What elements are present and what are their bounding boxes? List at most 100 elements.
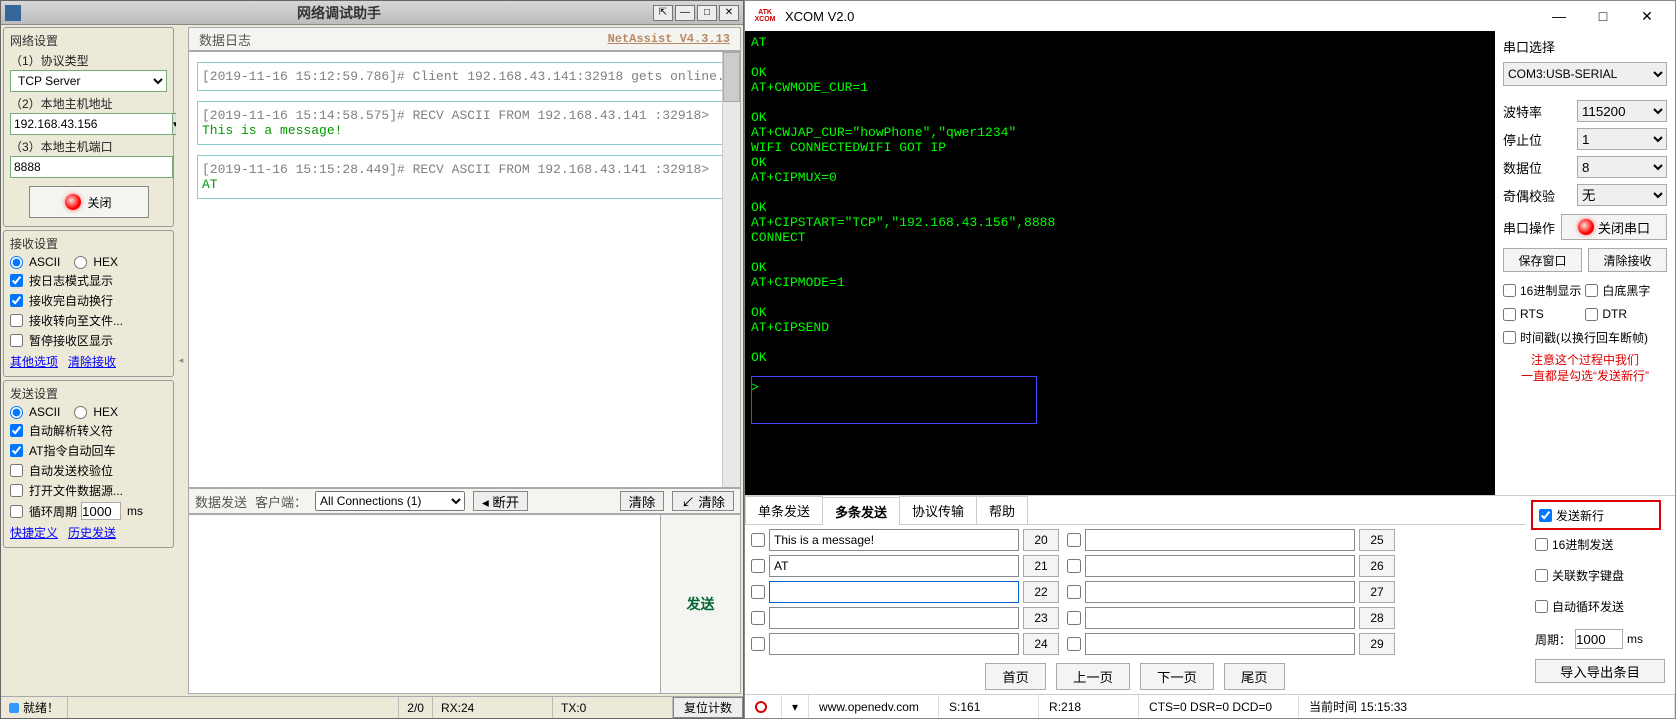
row-check[interactable]: [1067, 533, 1081, 547]
prev-page-button[interactable]: 上一页: [1056, 663, 1130, 690]
row-check[interactable]: [1067, 611, 1081, 625]
send-slot-button[interactable]: 23: [1023, 607, 1059, 629]
row-text[interactable]: [1085, 555, 1355, 577]
row-check[interactable]: [751, 533, 765, 547]
cycle-check[interactable]: [10, 505, 23, 518]
host-input[interactable]: [10, 113, 173, 135]
escape-check[interactable]: [10, 424, 23, 437]
hex-display-check[interactable]: [1503, 284, 1516, 297]
newline-check[interactable]: [1539, 509, 1552, 522]
dtr-check[interactable]: [1585, 308, 1598, 321]
scrollbar[interactable]: [722, 52, 740, 487]
last-page-button[interactable]: 尾页: [1224, 663, 1285, 690]
send-slot-button[interactable]: 26: [1359, 555, 1395, 577]
row-check[interactable]: [751, 559, 765, 573]
stopbit-select[interactable]: 1: [1577, 128, 1667, 150]
parity-select[interactable]: 无: [1577, 184, 1667, 206]
clear2-button[interactable]: ↙ 清除: [672, 491, 734, 511]
pause-check[interactable]: [10, 334, 23, 347]
send-slot-button[interactable]: 29: [1359, 633, 1395, 655]
cycle-input[interactable]: [1575, 629, 1623, 649]
tab-single[interactable]: 单条发送: [745, 496, 823, 524]
row-check[interactable]: [751, 585, 765, 599]
logmode-check[interactable]: [10, 274, 23, 287]
maximize-button[interactable]: □: [1581, 2, 1625, 30]
port-input[interactable]: [10, 156, 173, 178]
terminal-output[interactable]: AT OK AT+CWMODE_CUR=1 OK AT+CWJAP_CUR="h…: [745, 31, 1495, 495]
clear-button[interactable]: 清除: [620, 491, 665, 511]
next-page-button[interactable]: 下一页: [1140, 663, 1214, 690]
row-check[interactable]: [751, 637, 765, 651]
numpad-check[interactable]: [1535, 569, 1548, 582]
recv-ascii-radio[interactable]: [10, 256, 23, 269]
minimize-button[interactable]: —: [1537, 2, 1581, 30]
reset-counter-button[interactable]: 复位计数: [673, 697, 743, 718]
send-slot-button[interactable]: 27: [1359, 581, 1395, 603]
splitter[interactable]: ◂: [176, 25, 186, 696]
maximize-button[interactable]: □: [697, 5, 717, 21]
row-check[interactable]: [1067, 585, 1081, 599]
tab-multi[interactable]: 多条发送: [822, 497, 900, 525]
url-cell[interactable]: www.openedv.com: [809, 695, 939, 718]
send-slot-button[interactable]: 22: [1023, 581, 1059, 603]
filesrc-check[interactable]: [10, 484, 23, 497]
send-slot-button[interactable]: 28: [1359, 607, 1395, 629]
protocol-select[interactable]: TCP Server: [10, 70, 167, 92]
com-port-select[interactable]: COM3:USB-SERIAL: [1503, 62, 1667, 86]
import-export-button[interactable]: 导入导出条目: [1535, 659, 1665, 683]
hex-send-check[interactable]: [1535, 538, 1548, 551]
send-slot-button[interactable]: 25: [1359, 529, 1395, 551]
row-text[interactable]: [1085, 633, 1355, 655]
pin-button[interactable]: ⇱: [653, 5, 673, 21]
send-slot-button[interactable]: 20: [1023, 529, 1059, 551]
autocycle-check[interactable]: [1535, 600, 1548, 613]
tofile-check[interactable]: [10, 314, 23, 327]
databit-select[interactable]: 8: [1577, 156, 1667, 178]
send-slot-button[interactable]: 24: [1023, 633, 1059, 655]
send-tab-data[interactable]: 数据发送: [195, 492, 247, 511]
row-text[interactable]: [769, 529, 1019, 551]
scrollbar-thumb[interactable]: [723, 52, 740, 102]
close-button[interactable]: ✕: [719, 5, 739, 21]
autoline-check[interactable]: [10, 294, 23, 307]
dropdown-cell[interactable]: ▾: [782, 695, 809, 718]
row-check[interactable]: [1067, 637, 1081, 651]
row-check[interactable]: [1067, 559, 1081, 573]
send-ascii-radio[interactable]: [10, 406, 23, 419]
history-link[interactable]: 历史发送: [68, 524, 116, 541]
tab-help[interactable]: 帮助: [976, 496, 1028, 524]
first-page-button[interactable]: 首页: [985, 663, 1046, 690]
row-text[interactable]: [769, 633, 1019, 655]
row-text[interactable]: [1085, 581, 1355, 603]
close-button[interactable]: ✕: [1625, 2, 1669, 30]
cycle-input[interactable]: [81, 502, 121, 520]
close-connection-button[interactable]: 关闭: [29, 186, 149, 218]
disconnect-button[interactable]: ◂ 断开: [473, 491, 528, 511]
checksum-check[interactable]: [10, 464, 23, 477]
send-textarea[interactable]: [189, 515, 660, 693]
save-window-button[interactable]: 保存窗口: [1503, 248, 1582, 272]
connections-select[interactable]: All Connections (1): [315, 491, 465, 511]
row-text[interactable]: [1085, 607, 1355, 629]
send-hex-radio[interactable]: [74, 406, 87, 419]
other-options-link[interactable]: 其他选项: [10, 353, 58, 370]
clear-recv-link[interactable]: 清除接收: [68, 353, 116, 370]
tab-proto[interactable]: 协议传输: [899, 496, 977, 524]
shortcut-link[interactable]: 快捷定义: [10, 524, 58, 541]
rts-check[interactable]: [1503, 308, 1516, 321]
row-check[interactable]: [751, 611, 765, 625]
row-text[interactable]: [1085, 529, 1355, 551]
recv-hex-radio[interactable]: [74, 256, 87, 269]
row-text[interactable]: [769, 581, 1019, 603]
version-link[interactable]: NetAssist V4.3.13: [608, 32, 730, 46]
send-button[interactable]: 发送: [660, 515, 740, 693]
row-text[interactable]: [769, 607, 1019, 629]
row-text[interactable]: [769, 555, 1019, 577]
close-serial-button[interactable]: 关闭串口: [1561, 214, 1667, 240]
clear-recv-button[interactable]: 清除接收: [1588, 248, 1667, 272]
record-icon-cell[interactable]: [745, 695, 782, 718]
timestamp-check[interactable]: [1503, 331, 1516, 344]
minimize-button[interactable]: —: [675, 5, 695, 21]
whitebg-check[interactable]: [1585, 284, 1598, 297]
atcr-check[interactable]: [10, 444, 23, 457]
